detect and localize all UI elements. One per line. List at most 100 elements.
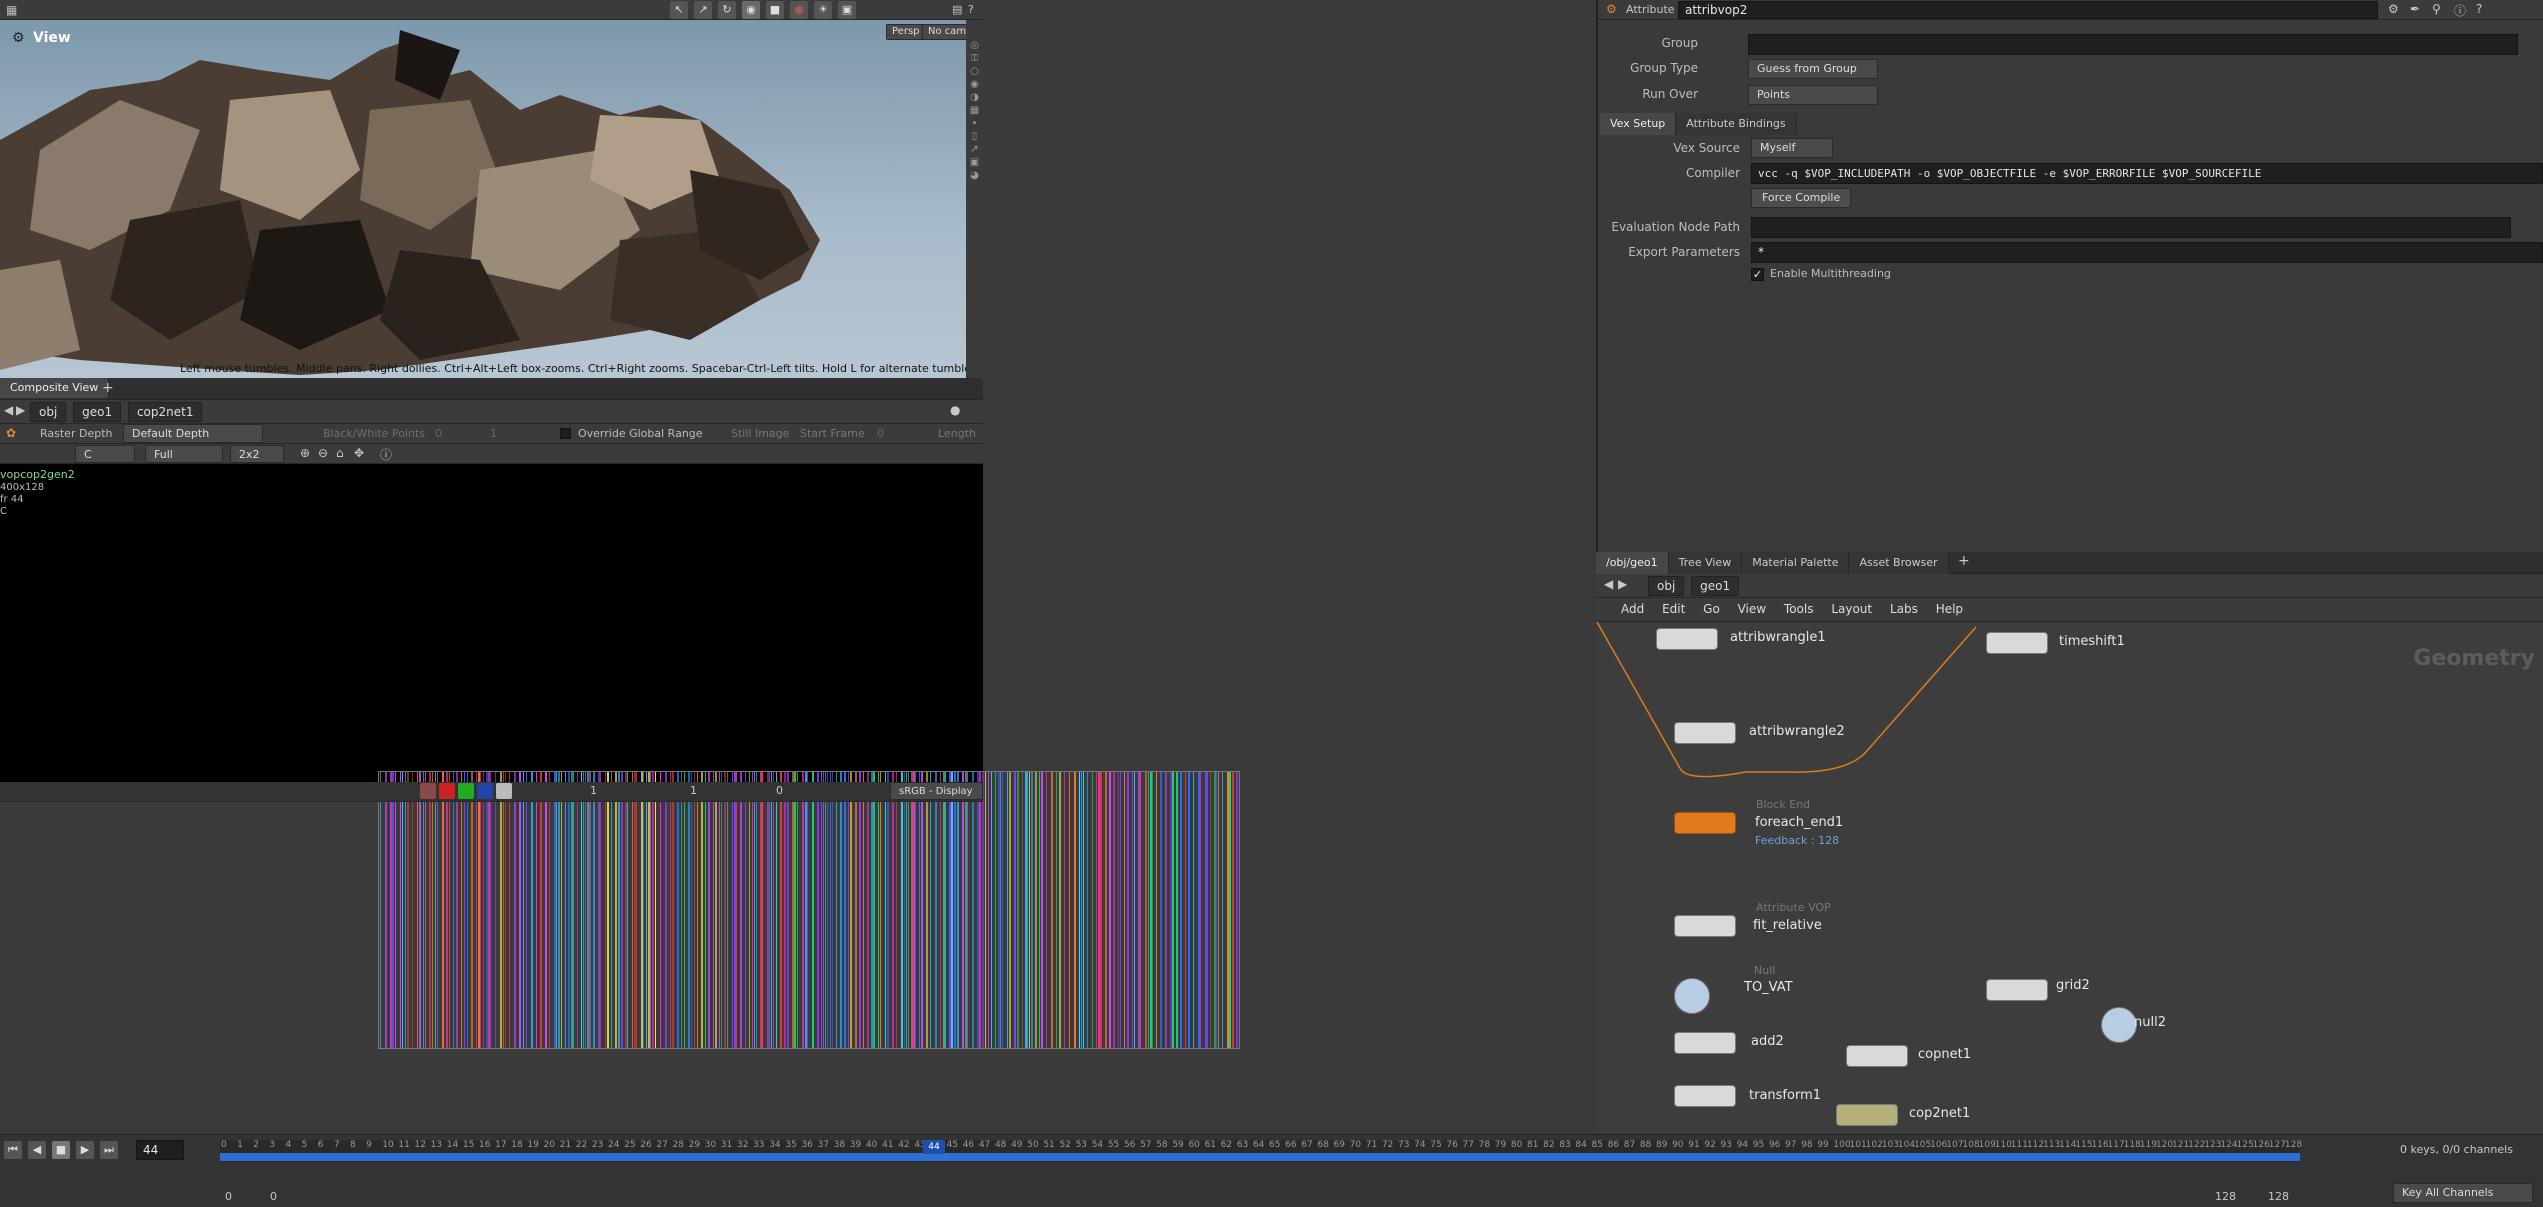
node-attribwrangle2[interactable] <box>1674 722 1736 744</box>
raster-depth-dropdown[interactable]: Default Depth <box>123 424 263 443</box>
export-params-field[interactable]: * <box>1751 242 2543 263</box>
node-add2[interactable] <box>1674 1032 1736 1054</box>
shade-icon[interactable]: ◑ <box>970 92 979 103</box>
node-name-field[interactable]: attribvop2 <box>1678 1 2378 19</box>
tab-obj-geo1[interactable]: /obj/geo1 <box>1596 552 1669 574</box>
forward-icon[interactable]: ▶ <box>16 403 25 417</box>
camera-view-icon[interactable]: ▣ <box>970 157 979 168</box>
color-channel-icon[interactable] <box>420 783 436 799</box>
net-forward-icon[interactable]: ▶ <box>1618 577 1627 591</box>
zoom-out-icon[interactable]: ⊖ <box>318 446 328 460</box>
stop-icon[interactable]: ■ <box>766 1 784 19</box>
key-all-channels-dropdown[interactable]: Key All Channels <box>2393 1183 2533 1203</box>
fit-icon[interactable]: ✥ <box>354 446 364 460</box>
net-crumb-geo1[interactable]: geo1 <box>1691 576 1740 596</box>
menu-add[interactable]: Add <box>1614 598 1651 620</box>
node-foreach-end1[interactable] <box>1674 812 1736 834</box>
add-tab-icon[interactable]: + <box>102 380 114 396</box>
bw-v1[interactable]: 0 <box>435 427 442 440</box>
capture-icon[interactable]: ☀ <box>814 1 832 19</box>
viewport-3d[interactable]: ⚙ View Persp ▾ No cam ▾ Left mouse tumbl… <box>0 20 966 378</box>
net-crumb-obj[interactable]: obj <box>1648 576 1685 596</box>
info-icon[interactable]: ⓘ <box>380 446 392 463</box>
last-frame-icon[interactable]: ⏭ <box>100 1141 118 1159</box>
point-icon[interactable]: • <box>972 118 978 129</box>
node-grid2[interactable] <box>1986 979 2048 1001</box>
select-tool-icon[interactable]: ↖ <box>670 1 688 19</box>
ghost-icon[interactable]: ◕ <box>970 170 979 181</box>
node-null2[interactable] <box>2101 1007 2137 1043</box>
network-canvas[interactable]: Geometry attribwrangle1 timeshift1 attri… <box>1596 622 2543 1134</box>
play-icon[interactable]: ▶ <box>76 1141 94 1159</box>
first-frame-icon[interactable]: ⏮ <box>4 1141 22 1159</box>
net-back-icon[interactable]: ◀ <box>1604 577 1613 591</box>
blue-channel-icon[interactable] <box>477 783 493 799</box>
view-tool-icon[interactable]: ◉ <box>742 1 760 19</box>
green-channel-icon[interactable] <box>458 783 474 799</box>
tab-asset-browser[interactable]: Asset Browser <box>1849 552 1949 574</box>
range-end2-field[interactable]: 128 <box>2268 1190 2289 1203</box>
rotate-tool-icon[interactable]: ↻ <box>718 1 736 19</box>
node-attribwrangle1[interactable] <box>1656 628 1718 650</box>
plane-dropdown[interactable]: C <box>75 445 135 463</box>
menu-layout[interactable]: Layout <box>1824 598 1879 620</box>
zoom-in-icon[interactable]: ⊕ <box>300 446 310 460</box>
tile-dropdown[interactable]: 2x2 <box>230 445 284 463</box>
bottom-value-3[interactable]: 0 <box>776 784 783 797</box>
current-frame-marker[interactable]: 44 <box>923 1140 945 1154</box>
menu-tools[interactable]: Tools <box>1777 598 1821 620</box>
multithread-checkbox[interactable]: ✓ <box>1751 268 1764 281</box>
range-start2-field[interactable]: 0 <box>270 1190 277 1203</box>
range-start-field[interactable]: 0 <box>225 1190 232 1203</box>
snap-icon[interactable]: ◎ <box>970 40 979 51</box>
camera-dropdown[interactable]: No cam ▾ <box>922 24 966 40</box>
move-tool-icon[interactable]: ↗ <box>694 1 712 19</box>
resolution-dropdown[interactable]: Full <box>145 445 223 463</box>
info-icon-2[interactable]: ⓘ <box>2454 2 2466 19</box>
node-copnet1[interactable] <box>1846 1045 1908 1067</box>
bottom-value-2[interactable]: 1 <box>690 784 697 797</box>
search-icon[interactable]: ⚲ <box>2432 2 2441 16</box>
node-fit-relative[interactable] <box>1674 915 1736 937</box>
light-icon[interactable]: ○ <box>970 66 979 77</box>
back-icon[interactable]: ◀ <box>4 403 13 417</box>
menu-help[interactable]: Help <box>1929 598 1970 620</box>
bottom-value-1[interactable]: 1 <box>590 784 597 797</box>
brush-icon[interactable]: ✒ <box>2410 2 2420 16</box>
menu-go[interactable]: Go <box>1696 598 1727 620</box>
current-frame-field[interactable]: 44 <box>136 1140 184 1160</box>
node-cop2net1[interactable] <box>1836 1104 1898 1126</box>
stop-playback-icon[interactable]: ■ <box>52 1141 70 1159</box>
menu-grid-icon[interactable]: ▦ <box>6 3 17 17</box>
lock-icon[interactable]: ⚿ <box>971 53 979 64</box>
compiler-field[interactable]: vcc -q $VOP_INCLUDEPATH -o $VOP_OBJECTFI… <box>1751 163 2543 184</box>
tab-material-palette[interactable]: Material Palette <box>1742 552 1850 574</box>
group-type-dropdown[interactable]: Guess from Group <box>1748 59 1878 79</box>
composite-viewer[interactable]: vopcop2gen2 400x128 fr 44 C <box>0 464 1240 1049</box>
node-timeshift1[interactable] <box>1986 632 2048 654</box>
colorspace-dropdown[interactable]: sRGB - Display <box>890 782 983 800</box>
node-transform1[interactable] <box>1674 1085 1736 1107</box>
camera-icon[interactable]: ▣ <box>838 1 856 19</box>
menu-labs[interactable]: Labs <box>1883 598 1925 620</box>
wire-icon[interactable]: ▯ <box>972 131 978 142</box>
vex-source-dropdown[interactable]: Myself <box>1751 138 1833 158</box>
maximize-icon[interactable]: ▤ <box>952 3 962 16</box>
tab-attribute-bindings[interactable]: Attribute Bindings <box>1676 113 1797 135</box>
pin-icon[interactable]: ● <box>950 403 960 417</box>
eval-path-field[interactable] <box>1751 217 2511 238</box>
help-icon-2[interactable]: ? <box>2476 2 2482 16</box>
home-icon[interactable]: ⌂ <box>336 446 344 460</box>
bw-v2[interactable]: 1 <box>490 427 497 440</box>
red-channel-icon[interactable] <box>439 783 455 799</box>
crumb-geo1[interactable]: geo1 <box>73 402 122 422</box>
tab-vex-setup[interactable]: Vex Setup <box>1600 113 1677 135</box>
group-field[interactable] <box>1748 34 2518 55</box>
menu-edit[interactable]: Edit <box>1655 598 1692 620</box>
display-icon[interactable]: ◉ <box>970 79 979 90</box>
grid-icon[interactable]: ▦ <box>970 105 979 116</box>
range-end-field[interactable]: 128 <box>2215 1190 2236 1203</box>
alpha-channel-icon[interactable] <box>496 783 512 799</box>
gear-icon[interactable]: ⚙ <box>2388 2 2399 16</box>
run-over-dropdown[interactable]: Points <box>1748 85 1878 105</box>
